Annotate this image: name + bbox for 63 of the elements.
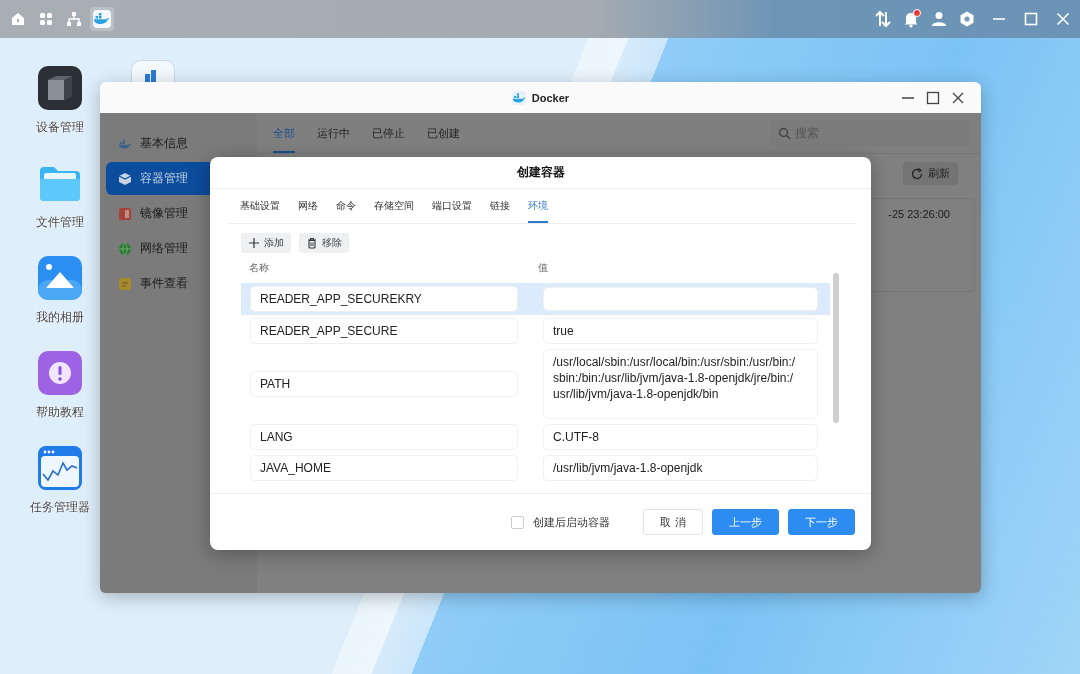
whale-icon <box>118 136 132 151</box>
input-field[interactable]: C.UTF-8 <box>543 424 818 450</box>
tab[interactable]: 命令 <box>336 189 356 223</box>
input-field[interactable]: LANG <box>250 424 518 450</box>
close-icon[interactable] <box>951 91 965 105</box>
desktop-icon-label[interactable]: 设备管理 <box>36 119 84 136</box>
desktop-icon-label[interactable]: 文件管理 <box>36 214 84 231</box>
sidebar-item[interactable]: 基本信息 <box>106 127 257 160</box>
bell-icon[interactable] <box>902 10 920 28</box>
network-icon <box>65 10 83 28</box>
dialog-title: 创建容器 <box>210 157 871 189</box>
input-field[interactable]: /usr/local/sbin:/usr/local/bin:/usr/sbin:/usr/bin:/sbin:/bin:/usr/lib/jvm/java-1.8-openjdk/jre/bin:/usr/lib/jvm/java-1.8-openjdk/bin <box>543 349 818 419</box>
tab[interactable]: 已停止 <box>372 113 405 153</box>
column-header: 名称 <box>248 261 270 275</box>
search-icon <box>778 127 791 140</box>
book-icon <box>118 206 132 221</box>
refresh-button[interactable]: 刷新 <box>903 162 958 185</box>
window-title: Docker <box>531 91 570 104</box>
add-button[interactable]: 添加 <box>241 233 291 253</box>
refresh-icon <box>911 167 923 180</box>
checkbox[interactable] <box>511 515 524 529</box>
transfer-icon[interactable] <box>874 10 892 28</box>
tab[interactable]: 运行中 <box>317 113 350 153</box>
scrollbar[interactable] <box>833 273 839 423</box>
trash-icon <box>306 237 318 249</box>
user-icon[interactable] <box>930 10 948 28</box>
taskbar-app-button[interactable] <box>90 7 114 31</box>
checkbox-label: 创建后启动容器 <box>533 514 610 530</box>
input-field[interactable] <box>543 287 818 311</box>
input-field[interactable]: /usr/lib/jvm/java-1.8-openjdk <box>543 455 818 481</box>
dialog-button[interactable]: 取 消 <box>643 509 703 535</box>
chart-window-icon[interactable] <box>38 446 82 490</box>
input-field[interactable]: true <box>543 318 818 344</box>
tab[interactable]: 链接 <box>490 189 510 223</box>
alert-icon[interactable] <box>38 351 82 395</box>
whale-icon <box>93 10 111 28</box>
desktop-icon-label[interactable]: 帮助教程 <box>36 404 84 421</box>
photo-icon[interactable] <box>38 256 82 300</box>
home-icon <box>9 10 27 28</box>
input-field[interactable]: PATH <box>250 371 518 397</box>
timestamp: -25 23:26:00 <box>888 208 950 222</box>
globe-icon <box>118 241 132 256</box>
tab[interactable]: 端口设置 <box>432 189 472 223</box>
apps-icon <box>37 10 55 28</box>
note-icon <box>118 276 132 291</box>
settings-icon[interactable] <box>958 10 976 28</box>
tab[interactable]: 存储空间 <box>374 189 414 223</box>
whale-icon <box>511 90 526 105</box>
input-field[interactable]: READER_APP_SECUREKRY <box>250 286 518 312</box>
remove-button[interactable]: 移除 <box>299 233 349 253</box>
desktop-icon-label[interactable]: 任务管理器 <box>30 499 90 516</box>
input-field[interactable]: JAVA_HOME <box>250 455 518 481</box>
tab[interactable]: 环境 <box>528 189 548 223</box>
tab[interactable]: 已创建 <box>427 113 460 153</box>
input-field[interactable]: READER_APP_SECURE <box>250 318 518 344</box>
desktop-icon-label[interactable]: 我的相册 <box>36 309 84 326</box>
maximize-icon[interactable] <box>926 91 940 105</box>
server-icon[interactable] <box>38 66 82 110</box>
plus-icon <box>248 237 260 249</box>
cube-icon <box>118 171 132 186</box>
app-icon[interactable] <box>131 60 175 84</box>
tab[interactable]: 网络 <box>298 189 318 223</box>
column-header: 值 <box>537 261 549 275</box>
